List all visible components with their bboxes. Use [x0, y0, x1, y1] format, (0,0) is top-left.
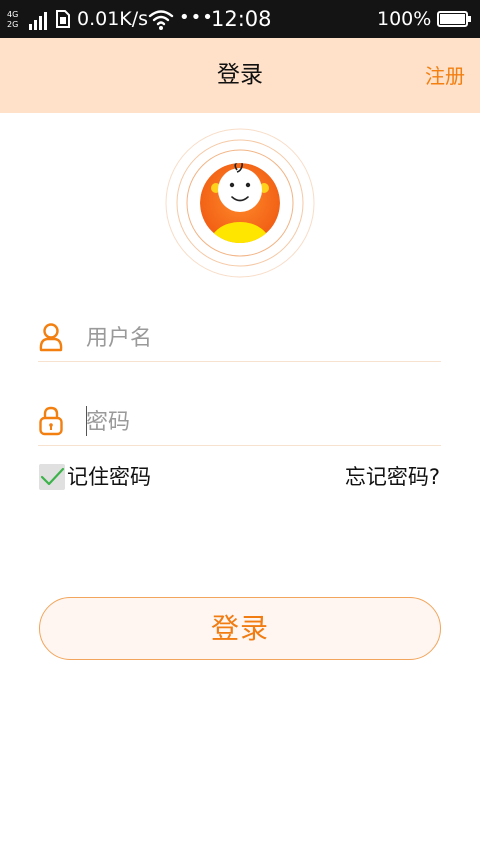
login-button[interactable]: 登录: [39, 597, 441, 660]
clock: 12:08: [211, 7, 272, 31]
username-input[interactable]: [86, 322, 426, 354]
forgot-password-link[interactable]: 忘记密码?: [345, 463, 440, 491]
battery-percent: 100%: [377, 8, 432, 30]
cellular-signal: 4G 2G: [4, 8, 50, 32]
username-row: [38, 312, 441, 362]
lock-icon: [39, 406, 63, 436]
network-speed: 0.01K/s: [77, 8, 149, 30]
battery-icon: [437, 11, 471, 27]
password-input[interactable]: [86, 406, 426, 438]
more-notifications-icon: •••: [179, 7, 214, 28]
header-bar: 登录 注册: [0, 38, 480, 113]
avatar-image: [165, 128, 315, 278]
remember-label: 记住密码: [67, 465, 151, 489]
wifi-icon: [148, 10, 174, 30]
user-icon: [39, 323, 63, 352]
status-bar: 4G 2G 0.01K/s ••• 12:08 100%: [0, 0, 480, 38]
remember-checkbox[interactable]: [39, 464, 65, 490]
password-row: [38, 396, 441, 446]
check-icon: [40, 467, 65, 486]
network-type-bottom: 2G: [7, 20, 19, 29]
signal-bars-icon: [29, 12, 47, 30]
register-link[interactable]: 注册: [425, 62, 465, 90]
network-type-top: 4G: [7, 10, 19, 19]
avatar: [165, 128, 315, 278]
sim-card-icon: [56, 10, 70, 28]
page-title: 登录: [217, 62, 263, 88]
